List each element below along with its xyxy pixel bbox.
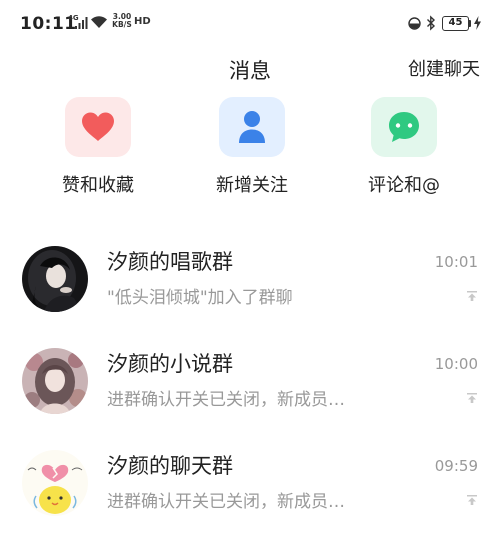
pin-top-icon [467, 291, 477, 301]
hd-voice-label: HD [134, 16, 151, 27]
chat-name: 汐颜的聊天群 [107, 454, 233, 478]
battery-tip [469, 20, 471, 27]
create-chat-button[interactable]: 创建聊天 [408, 55, 480, 81]
chat-preview: 进群确认开关已关闭，新成员… [107, 390, 345, 410]
cell-signal-icon [75, 17, 88, 29]
pin-top-icon [467, 393, 477, 403]
group-avatar-image [22, 246, 88, 312]
comments-and-mentions-label: 评论和@ [368, 175, 440, 196]
group-avatar-image [22, 450, 88, 516]
heart-icon [82, 112, 114, 141]
chat-item-singing-group[interactable]: 汐颜的唱歌群 10:01 "低头泪倾城"加入了群聊 [0, 246, 500, 336]
new-followers-label: 新增关注 [216, 175, 288, 196]
followers-icon-box [219, 97, 285, 157]
chat-name: 汐颜的小说群 [107, 352, 233, 376]
chat-preview: "低头泪倾城"加入了群聊 [107, 288, 293, 308]
avatar [22, 450, 88, 516]
group-avatar-image [22, 348, 88, 414]
avatar [22, 348, 88, 414]
chat-name: 汐颜的唱歌群 [107, 250, 233, 274]
comments-and-mentions-button[interactable]: 评论和@ [339, 97, 469, 197]
pin-top-icon [467, 495, 477, 505]
wifi-icon [91, 16, 107, 28]
chat-preview: 进群确认开关已关闭，新成员… [107, 492, 345, 512]
new-followers-button[interactable]: 新增关注 [187, 97, 317, 197]
do-not-disturb-icon [408, 17, 421, 30]
likes-and-favorites-button[interactable]: 赞和收藏 [33, 97, 163, 197]
network-speed-unit: KB/S [112, 20, 132, 29]
network-speed: 3.00 KB/S [112, 13, 132, 29]
chat-time: 10:00 [434, 355, 478, 373]
battery-icon: 45 [442, 16, 469, 31]
chat-item-chat-group[interactable]: 汐颜的聊天群 09:59 进群确认开关已关闭，新成员… [0, 450, 500, 540]
likes-icon-box [65, 97, 131, 157]
chat-time: 09:59 [434, 457, 478, 475]
avatar [22, 246, 88, 312]
chat-time: 10:01 [434, 253, 478, 271]
person-icon [239, 111, 265, 143]
bluetooth-icon [427, 15, 436, 31]
likes-and-favorites-label: 赞和收藏 [62, 175, 134, 196]
charging-icon [474, 16, 481, 30]
status-bar: 10:11 4G 3.00 KB/S HD 45 [0, 0, 500, 50]
chat-item-novel-group[interactable]: 汐颜的小说群 10:00 进群确认开关已关闭，新成员… [0, 348, 500, 438]
comments-icon-box [371, 97, 437, 157]
chat-bubble-icon [389, 112, 419, 142]
